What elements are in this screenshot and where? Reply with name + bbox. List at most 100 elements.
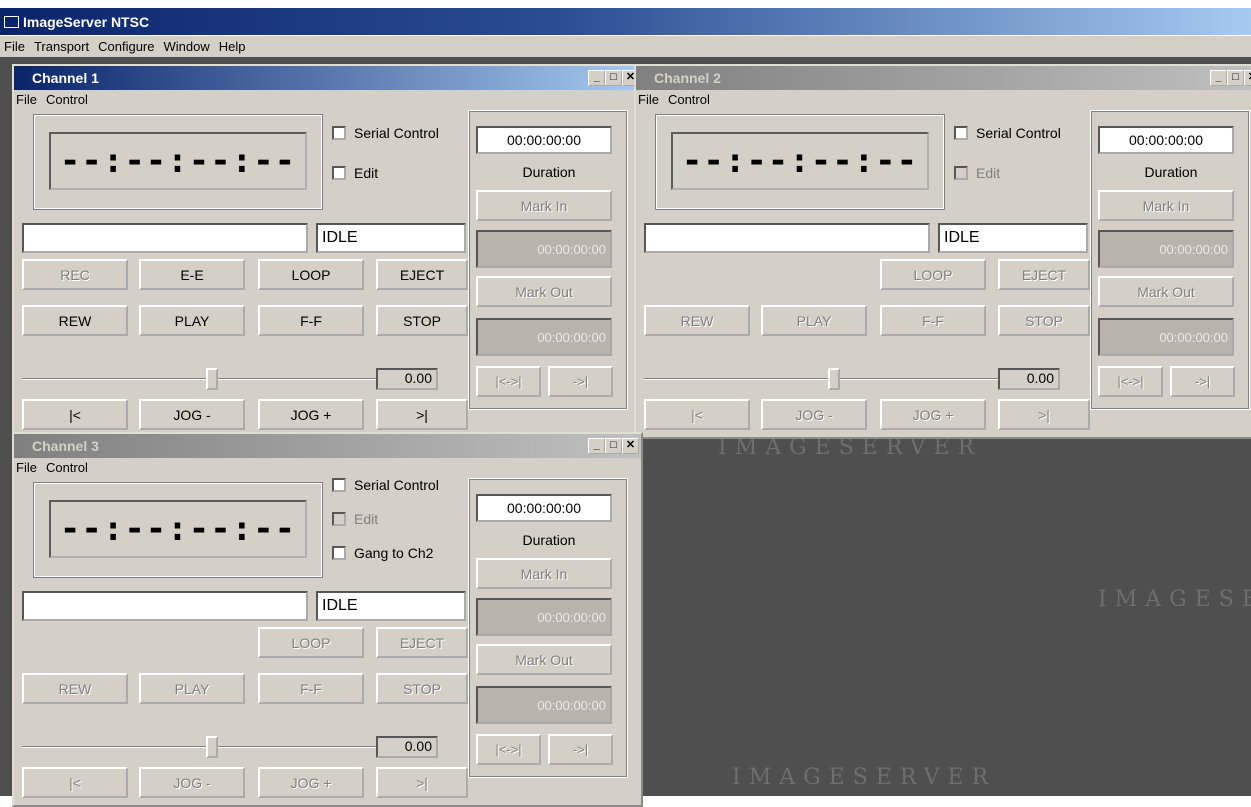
menu-file[interactable]: File [4, 39, 25, 54]
rew-button[interactable]: REW [22, 673, 128, 704]
minimize-button[interactable]: _ [1210, 70, 1227, 86]
status-field: IDLE [938, 223, 1088, 253]
jog-reverse-button[interactable]: JOG - [139, 767, 245, 798]
goto-start-button[interactable]: |< [22, 399, 128, 430]
maximize-button[interactable]: □ [605, 70, 622, 86]
jog-forward-button[interactable]: JOG + [258, 767, 364, 798]
serial-control-checkbox-box[interactable] [954, 126, 968, 140]
channel-menu-file[interactable]: File [638, 92, 659, 107]
channel-menu-control[interactable]: Control [668, 92, 710, 107]
channel-body: --:--:--:-- Serial Control Edit IDLE LOO… [636, 109, 1251, 435]
channel-body: --:--:--:-- Serial Control Edit IDLE REC… [14, 109, 641, 435]
shuttle-slider-thumb[interactable] [206, 736, 218, 758]
ee-button[interactable]: E-E [139, 259, 245, 290]
stop-button[interactable]: STOP [376, 673, 468, 704]
shuttle-slider-thumb[interactable] [206, 368, 218, 390]
app-menubar: File Transport Configure Window Help [0, 36, 1251, 57]
mark-in-button[interactable]: Mark In [1098, 190, 1234, 221]
goto-out-button[interactable]: ->| [548, 366, 613, 397]
channel-title: Channel 3 [32, 438, 99, 454]
shuttle-value: 0.00 [376, 368, 438, 390]
gang-checkbox[interactable]: Gang to Ch2 [332, 545, 433, 561]
mark-out-button[interactable]: Mark Out [1098, 276, 1234, 307]
stop-button[interactable]: STOP [998, 305, 1090, 336]
channel-window-2[interactable]: Channel 2 _ □ ✕ File Control --:--:--:--… [634, 64, 1251, 439]
clip-name-field[interactable] [22, 223, 308, 253]
channel-window-1[interactable]: Channel 1 _ □ ✕ File Control --:--:--:--… [12, 64, 643, 439]
channel-menubar: File Control [636, 90, 1251, 109]
timecode-display: --:--:--:-- [671, 132, 929, 190]
mark-out-button[interactable]: Mark Out [476, 644, 612, 675]
eject-button[interactable]: EJECT [376, 627, 468, 658]
channel-menu-control[interactable]: Control [46, 460, 88, 475]
channel-titlebar[interactable]: Channel 1 _ □ ✕ [14, 66, 641, 90]
channel-menu-file[interactable]: File [16, 92, 37, 107]
loop-button[interactable]: LOOP [258, 627, 364, 658]
eject-button[interactable]: EJECT [376, 259, 468, 290]
ff-button[interactable]: F-F [258, 673, 364, 704]
goto-end-button[interactable]: >| [998, 399, 1090, 430]
edit-checkbox-box[interactable] [332, 166, 346, 180]
mark-in-button[interactable]: Mark In [476, 190, 612, 221]
edit-checkbox[interactable]: Edit [332, 165, 378, 181]
serial-control-checkbox[interactable]: Serial Control [332, 477, 439, 493]
shuttle-value: 0.00 [998, 368, 1060, 390]
serial-control-checkbox[interactable]: Serial Control [954, 125, 1061, 141]
goto-end-button[interactable]: >| [376, 767, 468, 798]
channel-window-3[interactable]: Channel 3 _ □ ✕ File Control --:--:--:--… [12, 432, 643, 807]
ff-button[interactable]: F-F [880, 305, 986, 336]
channel-menu-control[interactable]: Control [46, 92, 88, 107]
shuttle-slider-thumb[interactable] [828, 368, 840, 390]
serial-control-checkbox-box[interactable] [332, 478, 346, 492]
mark-in-button[interactable]: Mark In [476, 558, 612, 589]
menu-transport[interactable]: Transport [34, 39, 89, 54]
serial-control-checkbox-box[interactable] [332, 126, 346, 140]
channel-titlebar[interactable]: Channel 3 _ □ ✕ [14, 434, 641, 458]
play-button[interactable]: PLAY [761, 305, 867, 336]
goto-out-button[interactable]: ->| [1170, 366, 1235, 397]
rew-button[interactable]: REW [644, 305, 750, 336]
channel-titlebar[interactable]: Channel 2 _ □ ✕ [636, 66, 1251, 90]
close-button[interactable]: ✕ [1244, 70, 1251, 86]
menu-help[interactable]: Help [219, 39, 246, 54]
maximize-button[interactable]: □ [1227, 70, 1244, 86]
duration-label: Duration [1144, 164, 1198, 180]
duration-field: 00:00:00:00 [476, 126, 612, 154]
mark-range-button[interactable]: |<->| [476, 366, 541, 397]
loop-button[interactable]: LOOP [880, 259, 986, 290]
edit-checkbox[interactable]: Edit [954, 165, 1000, 181]
eject-button[interactable]: EJECT [998, 259, 1090, 290]
jog-reverse-button[interactable]: JOG - [139, 399, 245, 430]
jog-reverse-button[interactable]: JOG - [761, 399, 867, 430]
menu-configure[interactable]: Configure [98, 39, 154, 54]
edit-checkbox[interactable]: Edit [332, 511, 378, 527]
loop-button[interactable]: LOOP [258, 259, 364, 290]
maximize-button[interactable]: □ [605, 438, 622, 454]
channel-menu-file[interactable]: File [16, 460, 37, 475]
mark-out-button[interactable]: Mark Out [476, 276, 612, 307]
serial-control-checkbox[interactable]: Serial Control [332, 125, 439, 141]
play-button[interactable]: PLAY [139, 305, 245, 336]
play-button[interactable]: PLAY [139, 673, 245, 704]
mark-range-button[interactable]: |<->| [1098, 366, 1163, 397]
goto-end-button[interactable]: >| [376, 399, 468, 430]
mark-range-button[interactable]: |<->| [476, 734, 541, 765]
edit-checkbox-box[interactable] [332, 512, 346, 526]
gang-checkbox-box[interactable] [332, 546, 346, 560]
jog-forward-button[interactable]: JOG + [258, 399, 364, 430]
clip-name-field[interactable] [644, 223, 930, 253]
stop-button[interactable]: STOP [376, 305, 468, 336]
menu-window[interactable]: Window [163, 39, 209, 54]
minimize-button[interactable]: _ [588, 70, 605, 86]
goto-start-button[interactable]: |< [22, 767, 128, 798]
jog-forward-button[interactable]: JOG + [880, 399, 986, 430]
close-button[interactable]: ✕ [622, 438, 639, 454]
rec-button[interactable]: REC [22, 259, 128, 290]
goto-out-button[interactable]: ->| [548, 734, 613, 765]
clip-name-field[interactable] [22, 591, 308, 621]
edit-checkbox-box[interactable] [954, 166, 968, 180]
goto-start-button[interactable]: |< [644, 399, 750, 430]
ff-button[interactable]: F-F [258, 305, 364, 336]
minimize-button[interactable]: _ [588, 438, 605, 454]
rew-button[interactable]: REW [22, 305, 128, 336]
